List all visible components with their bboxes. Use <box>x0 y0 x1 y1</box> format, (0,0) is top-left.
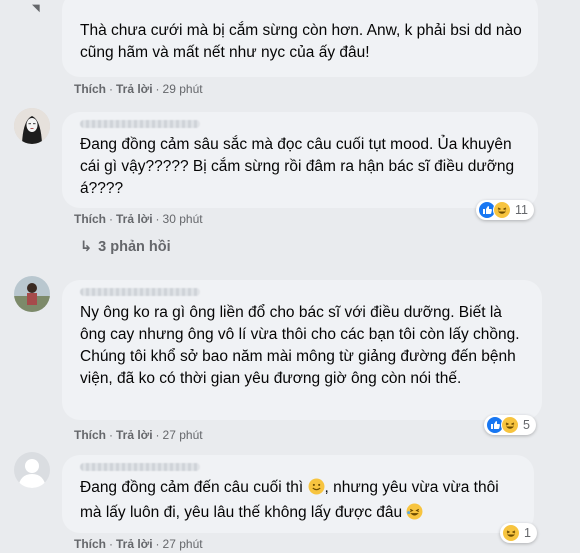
like-link[interactable]: Thích <box>74 428 106 442</box>
haha-reaction-icon <box>493 201 511 219</box>
author-name-blurred[interactable] <box>80 463 200 471</box>
more-options-icon[interactable]: ◥ <box>32 3 40 14</box>
timestamp[interactable]: 30 phút <box>163 212 203 226</box>
reply-arrow-icon: ↳ <box>80 239 93 255</box>
comment-bubble: Đang đồng cảm đến câu cuối thì , nhưng y… <box>62 455 534 533</box>
reply-link[interactable]: Trả lời <box>116 428 153 442</box>
author-name-blurred[interactable] <box>80 288 200 296</box>
comment-text-part-1: Đang đồng cảm đến câu cuối thì <box>80 479 304 496</box>
replies-count: 3 phản hồi <box>98 239 171 255</box>
comment-text: Thà chưa cưới mà bị cắm sừng còn hơn. An… <box>80 22 522 61</box>
avatar[interactable] <box>14 452 50 488</box>
comment-bubble: Thà chưa cưới mà bị cắm sừng còn hơn. An… <box>62 0 538 77</box>
reaction-summary[interactable]: 11 <box>476 200 534 220</box>
reaction-summary[interactable]: 1 <box>500 523 537 543</box>
like-link[interactable]: Thích <box>74 212 106 226</box>
reaction-summary[interactable]: 5 <box>484 415 536 435</box>
reply-link[interactable]: Trả lời <box>116 212 153 226</box>
comment-bubble: Ny ông ko ra gì ông liền đổ cho bác sĩ v… <box>62 280 542 420</box>
avatar-no-face-icon <box>14 108 50 144</box>
comment-actions: Thích · Trả lời · 30 phút <box>74 212 203 226</box>
timestamp[interactable]: 27 phút <box>163 428 203 442</box>
comment-actions: Thích · Trả lời · 27 phút <box>74 537 203 551</box>
avatar[interactable] <box>14 108 50 144</box>
avatar-photo-icon <box>14 276 50 312</box>
comment-actions: Thích · Trả lời · 29 phút <box>74 82 203 96</box>
reaction-count: 11 <box>515 203 528 217</box>
timestamp[interactable]: 29 phút <box>163 82 203 96</box>
haha-reaction-icon <box>502 524 520 542</box>
haha-reaction-icon <box>501 416 519 434</box>
timestamp[interactable]: 27 phút <box>163 537 203 551</box>
reply-link[interactable]: Trả lời <box>116 537 153 551</box>
reply-link[interactable]: Trả lời <box>116 82 153 96</box>
author-name-blurred[interactable] <box>80 120 200 128</box>
comment-text: Ny ông ko ra gì ông liền đổ cho bác sĩ v… <box>80 304 520 387</box>
default-avatar-icon <box>14 452 50 488</box>
like-link[interactable]: Thích <box>74 537 106 551</box>
comment-bubble: Đang đồng cảm sâu sắc mà đọc câu cuối tụ… <box>62 112 538 208</box>
comment-actions: Thích · Trả lời · 27 phút <box>74 428 203 442</box>
view-replies-link[interactable]: ↳ 3 phản hồi <box>80 239 171 255</box>
reaction-count: 5 <box>523 418 530 432</box>
laughing-tears-emoji-icon <box>406 503 423 527</box>
smiling-emoji-icon <box>308 478 325 502</box>
comment-text: Đang đồng cảm sâu sắc mà đọc câu cuối tụ… <box>80 136 515 197</box>
reaction-count: 1 <box>524 526 531 540</box>
comment-text: Đang đồng cảm đến câu cuối thì , nhưng y… <box>74 477 522 527</box>
avatar[interactable] <box>14 276 50 312</box>
comment-thread: Thà chưa cưới mà bị cắm sừng còn hơn. An… <box>0 0 580 553</box>
like-link[interactable]: Thích <box>74 82 106 96</box>
